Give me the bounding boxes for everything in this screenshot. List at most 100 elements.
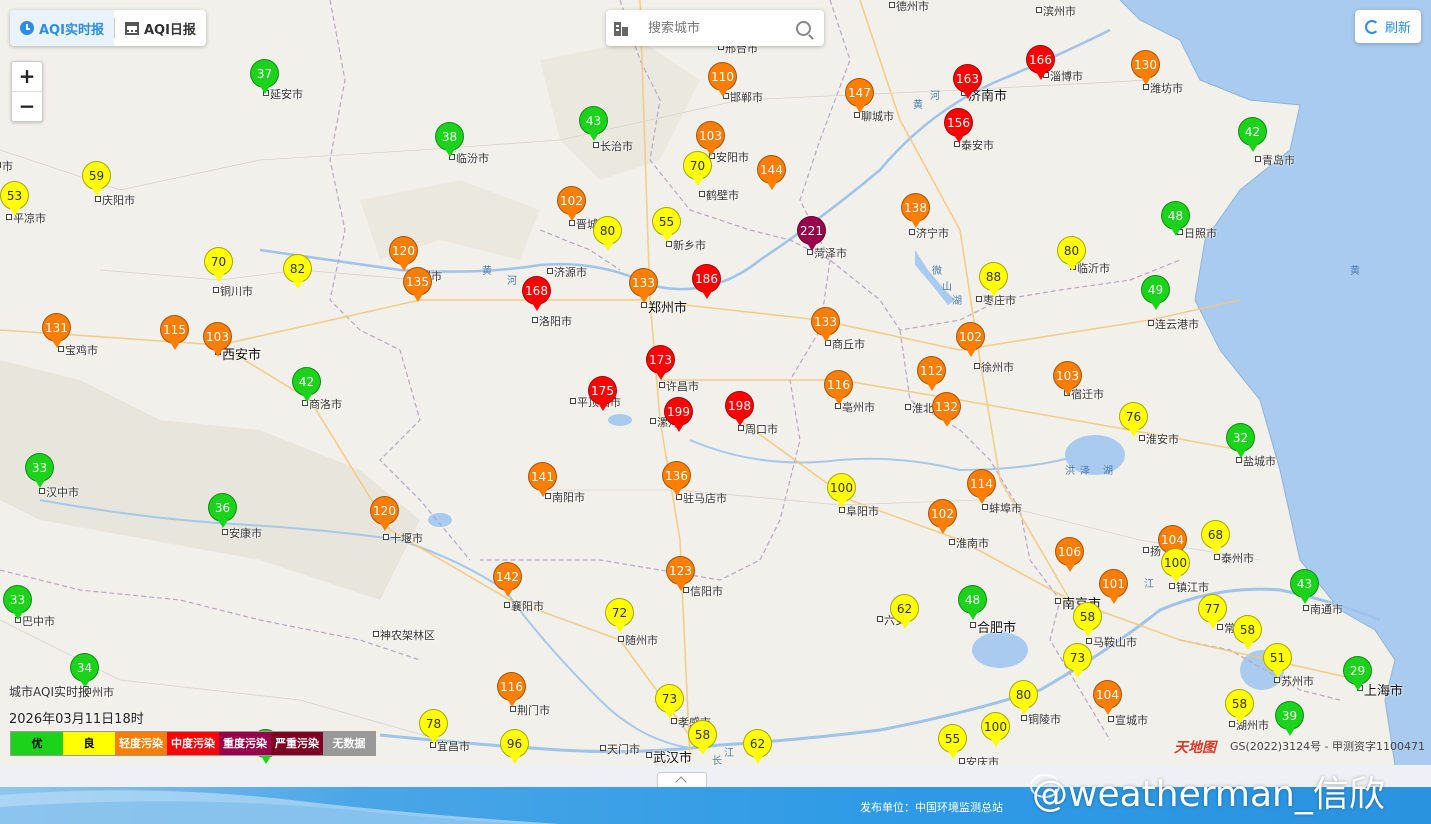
aqi-marker[interactable]: 100 bbox=[1161, 548, 1190, 583]
aqi-marker[interactable]: 48 bbox=[1161, 201, 1190, 236]
aqi-marker[interactable]: 199 bbox=[664, 397, 693, 432]
aqi-marker[interactable]: 58 bbox=[688, 720, 717, 755]
aqi-marker[interactable]: 101 bbox=[1099, 569, 1128, 604]
city-dot bbox=[650, 418, 656, 424]
aqi-map[interactable]: 延安市 临汾市 长治市 邯郸市 聊城市 济南市 淄博市 潍坊市 青岛市 安阳市 鹤壁市 泰安市 庆阳市平… bbox=[0, 0, 1431, 765]
aqi-marker[interactable]: 100 bbox=[827, 473, 856, 508]
aqi-marker[interactable]: 173 bbox=[646, 345, 675, 380]
aqi-marker[interactable]: 116 bbox=[824, 370, 853, 405]
aqi-marker[interactable]: 112 bbox=[917, 356, 946, 391]
aqi-marker[interactable]: 138 bbox=[901, 193, 930, 228]
aqi-marker[interactable]: 102 bbox=[928, 499, 957, 534]
aqi-marker[interactable]: 175 bbox=[588, 376, 617, 411]
aqi-marker[interactable]: 131 bbox=[42, 313, 71, 348]
aqi-marker[interactable]: 103 bbox=[203, 322, 232, 357]
aqi-marker[interactable]: 55 bbox=[652, 207, 681, 242]
aqi-marker[interactable]: 133 bbox=[629, 268, 658, 303]
aqi-marker[interactable]: 62 bbox=[890, 594, 919, 629]
aqi-marker[interactable]: 49 bbox=[1141, 275, 1170, 310]
aqi-marker[interactable]: 70 bbox=[683, 151, 712, 186]
aqi-marker[interactable]: 147 bbox=[845, 78, 874, 113]
refresh-button[interactable]: 刷新 bbox=[1355, 10, 1421, 43]
aqi-marker[interactable]: 80 bbox=[593, 216, 622, 251]
aqi-marker[interactable]: 141 bbox=[528, 462, 557, 497]
aqi-marker[interactable]: 136 bbox=[662, 461, 691, 496]
aqi-marker[interactable]: 53 bbox=[0, 181, 29, 216]
tab-aqi-daily[interactable]: AQI日报 bbox=[115, 10, 206, 46]
aqi-marker[interactable]: 96 bbox=[500, 729, 529, 764]
legend-level: 良 bbox=[63, 732, 115, 755]
city-dot bbox=[532, 317, 538, 323]
aqi-marker[interactable]: 133 bbox=[811, 307, 840, 342]
aqi-marker[interactable]: 43 bbox=[1290, 569, 1319, 604]
aqi-marker[interactable]: 166 bbox=[1026, 45, 1055, 80]
city-label: 合肥市 bbox=[977, 621, 1017, 636]
aqi-marker[interactable]: 132 bbox=[932, 392, 961, 427]
aqi-marker[interactable]: 58 bbox=[1073, 602, 1102, 637]
aqi-marker[interactable]: 33 bbox=[25, 453, 54, 488]
aqi-marker[interactable]: 135 bbox=[403, 267, 432, 302]
aqi-marker[interactable]: 100 bbox=[981, 712, 1010, 747]
search-icon[interactable] bbox=[796, 20, 811, 36]
aqi-marker[interactable]: 103 bbox=[696, 121, 725, 156]
aqi-marker[interactable]: 42 bbox=[292, 367, 321, 402]
aqi-marker[interactable]: 58 bbox=[1233, 615, 1262, 650]
aqi-marker[interactable]: 37 bbox=[250, 59, 279, 94]
aqi-marker[interactable]: 120 bbox=[389, 236, 418, 271]
aqi-marker[interactable]: 33 bbox=[3, 585, 32, 620]
aqi-marker[interactable]: 156 bbox=[944, 108, 973, 143]
aqi-marker[interactable]: 144 bbox=[757, 155, 786, 190]
aqi-marker[interactable]: 221 bbox=[797, 216, 826, 251]
aqi-marker[interactable]: 142 bbox=[493, 562, 522, 597]
aqi-marker[interactable]: 58 bbox=[1225, 689, 1254, 724]
aqi-marker[interactable]: 102 bbox=[956, 322, 985, 357]
tab-aqi-realtime[interactable]: AQI实时报 bbox=[10, 10, 114, 46]
aqi-marker[interactable]: 82 bbox=[283, 254, 312, 289]
aqi-marker[interactable]: 29 bbox=[1343, 656, 1372, 691]
aqi-marker[interactable]: 72 bbox=[605, 598, 634, 633]
aqi-marker[interactable]: 78 bbox=[419, 709, 448, 744]
aqi-marker[interactable]: 110 bbox=[708, 62, 737, 97]
aqi-marker[interactable]: 77 bbox=[1198, 594, 1227, 629]
aqi-marker[interactable]: 130 bbox=[1131, 50, 1160, 85]
aqi-marker[interactable]: 59 bbox=[82, 161, 111, 196]
aqi-marker[interactable]: 70 bbox=[204, 247, 233, 282]
aqi-marker[interactable]: 106 bbox=[1055, 537, 1084, 572]
aqi-marker[interactable]: 73 bbox=[655, 684, 684, 719]
aqi-marker[interactable]: 62 bbox=[743, 729, 772, 764]
aqi-marker[interactable]: 80 bbox=[1009, 680, 1038, 715]
search-input[interactable] bbox=[646, 19, 790, 37]
aqi-marker[interactable]: 163 bbox=[953, 64, 982, 99]
aqi-marker[interactable]: 34 bbox=[70, 653, 99, 688]
aqi-marker[interactable]: 120 bbox=[370, 496, 399, 531]
aqi-marker[interactable]: 73 bbox=[1063, 643, 1092, 678]
aqi-marker[interactable]: 104 bbox=[1093, 680, 1122, 715]
aqi-marker[interactable]: 39 bbox=[1275, 701, 1304, 736]
aqi-marker[interactable]: 32 bbox=[1226, 423, 1255, 458]
water-label: 泽 bbox=[1080, 466, 1090, 477]
aqi-marker[interactable]: 38 bbox=[435, 122, 464, 157]
aqi-marker[interactable]: 186 bbox=[692, 264, 721, 299]
aqi-marker[interactable]: 116 bbox=[497, 672, 526, 707]
aqi-marker[interactable]: 114 bbox=[967, 469, 996, 504]
aqi-marker[interactable]: 115 bbox=[160, 315, 189, 350]
zoom-out-button[interactable]: − bbox=[12, 92, 42, 121]
aqi-marker[interactable]: 80 bbox=[1057, 236, 1086, 271]
aqi-marker[interactable]: 103 bbox=[1053, 361, 1082, 396]
aqi-marker[interactable]: 88 bbox=[979, 262, 1008, 297]
aqi-marker[interactable]: 36 bbox=[208, 493, 237, 528]
aqi-marker[interactable]: 43 bbox=[579, 106, 608, 141]
aqi-marker[interactable]: 102 bbox=[557, 186, 586, 221]
aqi-marker[interactable]: 68 bbox=[1201, 520, 1230, 555]
aqi-marker[interactable]: 42 bbox=[1238, 117, 1267, 152]
building-icon bbox=[614, 20, 630, 36]
aqi-marker[interactable]: 51 bbox=[1263, 643, 1292, 678]
aqi-marker[interactable]: 168 bbox=[522, 276, 551, 311]
aqi-marker[interactable]: 76 bbox=[1119, 402, 1148, 437]
aqi-marker[interactable]: 55 bbox=[938, 724, 967, 759]
aqi-marker[interactable]: 48 bbox=[958, 585, 987, 620]
aqi-marker[interactable]: 123 bbox=[666, 556, 695, 591]
zoom-in-button[interactable]: + bbox=[12, 62, 42, 91]
aqi-marker[interactable]: 198 bbox=[725, 391, 754, 426]
city-label: 邯郸市 bbox=[730, 91, 763, 104]
